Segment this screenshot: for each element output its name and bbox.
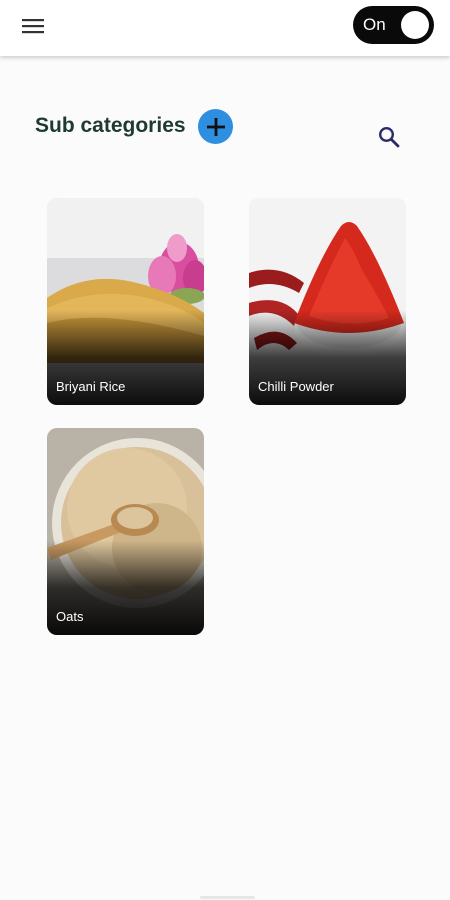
menu-button[interactable] [18, 12, 48, 40]
hamburger-menu-icon [22, 19, 44, 34]
search-icon [378, 126, 400, 148]
toggle-knob [401, 11, 429, 39]
subcategory-name: Oats [56, 609, 84, 624]
subcategory-card-oats[interactable]: Oats [47, 428, 204, 635]
toggle-label: On [363, 15, 386, 34]
search-button[interactable] [376, 124, 402, 150]
subcategory-name: Chilli Powder [258, 379, 334, 394]
page-title: Sub categories [35, 114, 186, 137]
add-subcategory-button[interactable] [198, 109, 233, 144]
app-bar: On [0, 0, 450, 56]
subcategory-card-chilli-powder[interactable]: Chilli Powder [249, 198, 406, 405]
status-toggle[interactable]: On [353, 6, 434, 44]
subcategory-card-briyani-rice[interactable]: Briyani Rice [47, 198, 204, 405]
plus-icon [206, 117, 225, 136]
subcategory-name: Briyani Rice [56, 379, 126, 394]
home-indicator [200, 896, 255, 899]
